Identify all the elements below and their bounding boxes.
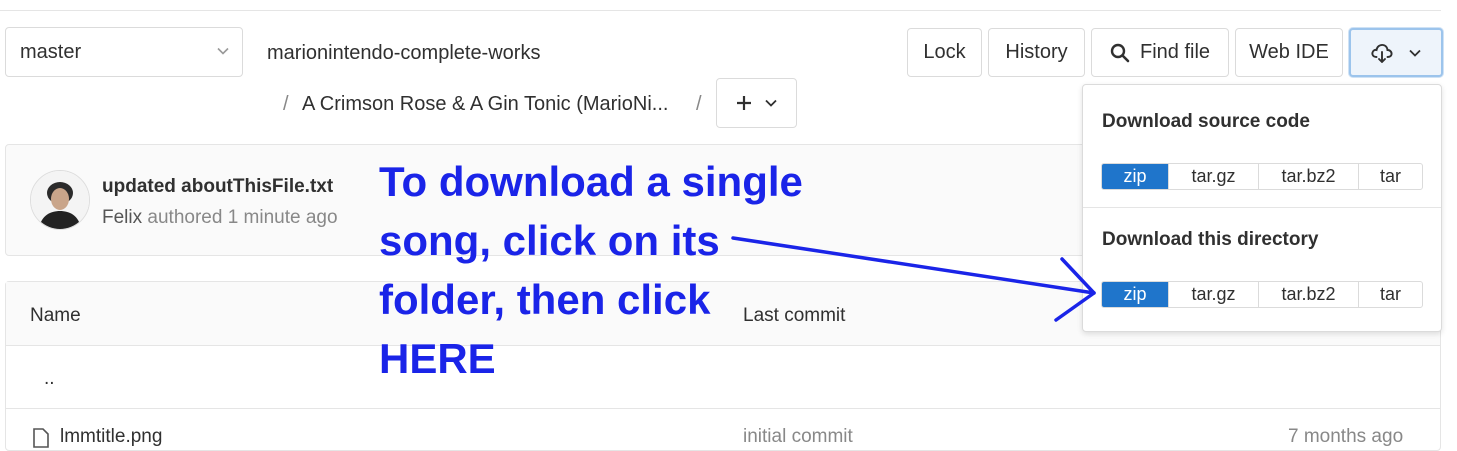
download-source-zip[interactable]: zip: [1102, 164, 1169, 189]
download-source-tar[interactable]: tar: [1359, 164, 1422, 189]
branch-select-value: master: [20, 40, 82, 63]
history-button[interactable]: History: [988, 28, 1085, 77]
search-icon: [1110, 43, 1130, 62]
annotation-line: To download a single: [379, 158, 803, 205]
download-directory-tarbz2[interactable]: tar.bz2: [1259, 282, 1359, 307]
web-ide-button[interactable]: Web IDE: [1235, 28, 1343, 77]
breadcrumb-separator: /: [696, 93, 702, 115]
find-file-button-label: Find file: [1139, 41, 1211, 63]
find-file-button[interactable]: Find file: [1091, 28, 1229, 77]
add-to-tree-button[interactable]: [716, 78, 797, 128]
commit-meta: Felix authored 1 minute ago: [102, 207, 338, 229]
lock-button-label: Lock: [923, 41, 966, 63]
file-name-link[interactable]: lmmtitle.png: [60, 426, 162, 448]
breadcrumb-separator: /: [283, 93, 289, 115]
download-source-targz[interactable]: tar.gz: [1169, 164, 1259, 189]
avatar[interactable]: [30, 170, 90, 230]
web-ide-button-label: Web IDE: [1249, 41, 1329, 63]
image-file-icon: [33, 428, 49, 448]
file-last-updated: 7 months ago: [1288, 426, 1404, 447]
chevron-down-icon: [1409, 49, 1421, 57]
annotation-line: folder, then click: [379, 276, 711, 323]
download-directory-title: Download this directory: [1102, 229, 1319, 250]
chevron-down-icon: [217, 47, 229, 55]
plus-icon: [736, 96, 751, 110]
lock-button[interactable]: Lock: [907, 28, 982, 77]
user-avatar-icon: [31, 171, 89, 229]
download-directory-zip[interactable]: zip: [1102, 282, 1169, 307]
breadcrumb-folder-link[interactable]: A Crimson Rose & A Gin Tonic (MarioNi...: [302, 93, 668, 116]
dropdown-divider: [1083, 207, 1441, 208]
annotation-line: HERE: [379, 335, 496, 382]
parent-directory-link[interactable]: ..: [44, 368, 55, 390]
column-header-name: Name: [30, 305, 81, 326]
chevron-down-icon: [764, 99, 777, 107]
branch-select[interactable]: master: [5, 27, 243, 77]
cloud-download-icon: [1371, 43, 1393, 63]
annotation-line: song, click on its: [379, 217, 720, 264]
history-button-label: History: [1005, 41, 1068, 63]
download-source-title: Download source code: [1102, 111, 1310, 132]
annotation-text: To download a single song, click on its …: [379, 152, 839, 388]
download-directory-tar[interactable]: tar: [1359, 282, 1422, 307]
download-dropdown-button[interactable]: [1349, 28, 1443, 77]
row-divider: [6, 408, 1440, 409]
file-last-commit-link[interactable]: initial commit: [743, 426, 853, 448]
commit-meta-text: authored 1 minute ago: [147, 207, 338, 228]
download-source-formats: zip tar.gz tar.bz2 tar: [1101, 163, 1423, 190]
commit-title-link[interactable]: updated aboutThisFile.txt: [102, 176, 333, 198]
download-source-tarbz2[interactable]: tar.bz2: [1259, 164, 1359, 189]
download-dropdown-menu: Download source code zip tar.gz tar.bz2 …: [1082, 84, 1442, 332]
commit-author-link[interactable]: Felix: [102, 207, 142, 228]
download-directory-formats: zip tar.gz tar.bz2 tar: [1101, 281, 1423, 308]
breadcrumb-root-link[interactable]: marionintendo-complete-works: [267, 42, 540, 65]
download-directory-targz[interactable]: tar.gz: [1169, 282, 1259, 307]
top-divider: [0, 10, 1441, 11]
